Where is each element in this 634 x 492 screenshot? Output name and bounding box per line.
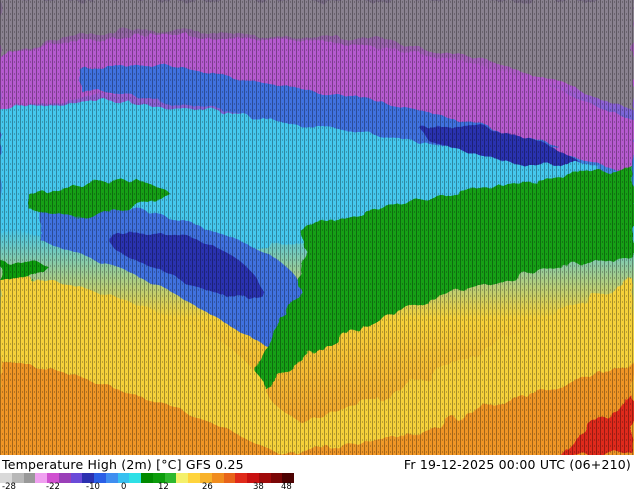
colorbar-tick-label: -10 (86, 482, 100, 492)
colorbar-tick-label: 38 (253, 482, 264, 492)
colorbar-ticks: -28 -22 -10 0 12 26 38 48 (0, 482, 300, 492)
map-footer: Temperature High (2m) [°C] GFS 0.25 Fr 1… (0, 455, 634, 492)
colorbar-tick-label: 0 (121, 482, 127, 492)
weather-map-frame: Temperature High (2m) [°C] GFS 0.25 Fr 1… (0, 0, 634, 492)
value-label-texture (0, 0, 634, 455)
colorbar-tick-label: -22 (46, 482, 60, 492)
colorbar-tick-label: 26 (202, 482, 213, 492)
map-title: Temperature High (2m) [°C] GFS 0.25 (2, 457, 244, 472)
colorbar-tick-label: -28 (2, 482, 16, 492)
colorbar-tick-label: 12 (158, 482, 169, 492)
valid-time: Fr 19-12-2025 00:00 UTC (06+210) (403, 457, 631, 472)
temperature-map (0, 0, 634, 455)
colorbar-tick-label: 48 (281, 482, 292, 492)
